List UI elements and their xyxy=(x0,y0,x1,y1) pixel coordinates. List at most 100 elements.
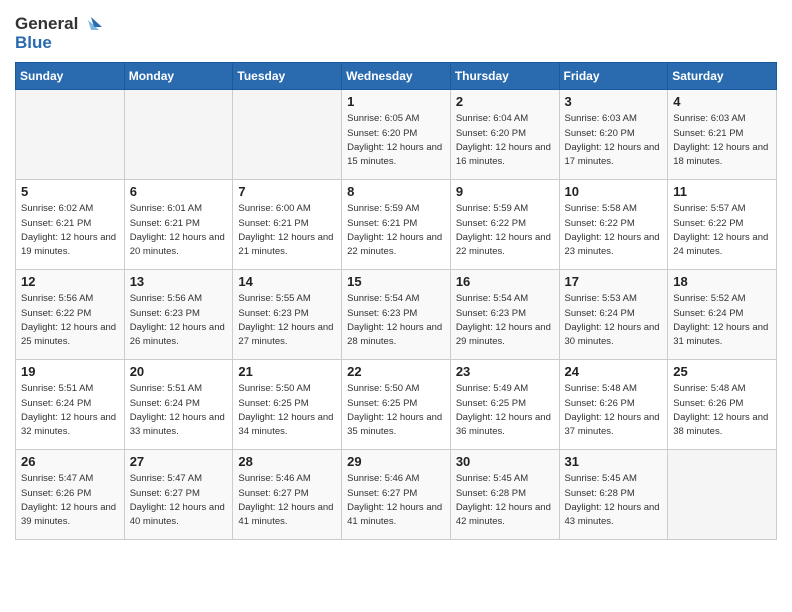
calendar-cell: 4 Sunrise: 6:03 AM Sunset: 6:21 PM Dayli… xyxy=(668,90,777,180)
daylight: Daylight: 12 hours and 37 minutes. xyxy=(565,412,660,437)
sunset: Sunset: 6:26 PM xyxy=(565,398,635,409)
daylight: Daylight: 12 hours and 34 minutes. xyxy=(238,412,333,437)
sunrise: Sunrise: 5:54 AM xyxy=(456,293,528,304)
cell-info: Sunrise: 5:57 AM Sunset: 6:22 PM Dayligh… xyxy=(673,202,771,259)
calendar-cell: 2 Sunrise: 6:04 AM Sunset: 6:20 PM Dayli… xyxy=(450,90,559,180)
day-number: 31 xyxy=(565,454,663,469)
daylight: Daylight: 12 hours and 36 minutes. xyxy=(456,412,551,437)
day-number: 14 xyxy=(238,274,336,289)
sunset: Sunset: 6:23 PM xyxy=(456,308,526,319)
calendar-week-row: 26 Sunrise: 5:47 AM Sunset: 6:26 PM Dayl… xyxy=(16,450,777,540)
sunset: Sunset: 6:26 PM xyxy=(21,488,91,499)
cell-info: Sunrise: 6:05 AM Sunset: 6:20 PM Dayligh… xyxy=(347,112,445,169)
sunrise: Sunrise: 5:54 AM xyxy=(347,293,419,304)
sunset: Sunset: 6:20 PM xyxy=(347,128,417,139)
cell-info: Sunrise: 6:02 AM Sunset: 6:21 PM Dayligh… xyxy=(21,202,119,259)
day-number: 28 xyxy=(238,454,336,469)
sunset: Sunset: 6:22 PM xyxy=(673,218,743,229)
calendar-cell: 16 Sunrise: 5:54 AM Sunset: 6:23 PM Dayl… xyxy=(450,270,559,360)
calendar-cell: 31 Sunrise: 5:45 AM Sunset: 6:28 PM Dayl… xyxy=(559,450,668,540)
daylight: Daylight: 12 hours and 24 minutes. xyxy=(673,232,768,257)
sunrise: Sunrise: 5:57 AM xyxy=(673,203,745,214)
cell-info: Sunrise: 6:03 AM Sunset: 6:20 PM Dayligh… xyxy=(565,112,663,169)
calendar-cell: 29 Sunrise: 5:46 AM Sunset: 6:27 PM Dayl… xyxy=(342,450,451,540)
calendar-cell: 6 Sunrise: 6:01 AM Sunset: 6:21 PM Dayli… xyxy=(124,180,233,270)
daylight: Daylight: 12 hours and 22 minutes. xyxy=(456,232,551,257)
daylight: Daylight: 12 hours and 21 minutes. xyxy=(238,232,333,257)
day-number: 9 xyxy=(456,184,554,199)
daylight: Daylight: 12 hours and 26 minutes. xyxy=(130,322,225,347)
sunset: Sunset: 6:24 PM xyxy=(565,308,635,319)
sunrise: Sunrise: 5:56 AM xyxy=(130,293,202,304)
cell-info: Sunrise: 5:49 AM Sunset: 6:25 PM Dayligh… xyxy=(456,382,554,439)
calendar-cell: 27 Sunrise: 5:47 AM Sunset: 6:27 PM Dayl… xyxy=(124,450,233,540)
sunrise: Sunrise: 5:45 AM xyxy=(565,473,637,484)
sunset: Sunset: 6:27 PM xyxy=(130,488,200,499)
sunset: Sunset: 6:24 PM xyxy=(130,398,200,409)
calendar-cell xyxy=(16,90,125,180)
sunset: Sunset: 6:23 PM xyxy=(130,308,200,319)
daylight: Daylight: 12 hours and 41 minutes. xyxy=(238,502,333,527)
daylight: Daylight: 12 hours and 16 minutes. xyxy=(456,142,551,167)
day-number: 23 xyxy=(456,364,554,379)
sunrise: Sunrise: 6:02 AM xyxy=(21,203,93,214)
weekday-header: Thursday xyxy=(450,63,559,90)
calendar-cell: 22 Sunrise: 5:50 AM Sunset: 6:25 PM Dayl… xyxy=(342,360,451,450)
cell-info: Sunrise: 5:45 AM Sunset: 6:28 PM Dayligh… xyxy=(456,472,554,529)
calendar-cell: 14 Sunrise: 5:55 AM Sunset: 6:23 PM Dayl… xyxy=(233,270,342,360)
daylight: Daylight: 12 hours and 43 minutes. xyxy=(565,502,660,527)
day-number: 26 xyxy=(21,454,119,469)
cell-info: Sunrise: 5:58 AM Sunset: 6:22 PM Dayligh… xyxy=(565,202,663,259)
calendar-cell xyxy=(124,90,233,180)
daylight: Daylight: 12 hours and 27 minutes. xyxy=(238,322,333,347)
cell-info: Sunrise: 5:46 AM Sunset: 6:27 PM Dayligh… xyxy=(238,472,336,529)
calendar-cell: 25 Sunrise: 5:48 AM Sunset: 6:26 PM Dayl… xyxy=(668,360,777,450)
sunset: Sunset: 6:25 PM xyxy=(238,398,308,409)
calendar-cell: 7 Sunrise: 6:00 AM Sunset: 6:21 PM Dayli… xyxy=(233,180,342,270)
sunrise: Sunrise: 5:50 AM xyxy=(347,383,419,394)
calendar-cell: 26 Sunrise: 5:47 AM Sunset: 6:26 PM Dayl… xyxy=(16,450,125,540)
sunrise: Sunrise: 5:49 AM xyxy=(456,383,528,394)
cell-info: Sunrise: 5:56 AM Sunset: 6:23 PM Dayligh… xyxy=(130,292,228,349)
sunset: Sunset: 6:20 PM xyxy=(565,128,635,139)
calendar-cell: 1 Sunrise: 6:05 AM Sunset: 6:20 PM Dayli… xyxy=(342,90,451,180)
calendar-body: 1 Sunrise: 6:05 AM Sunset: 6:20 PM Dayli… xyxy=(16,90,777,540)
day-number: 3 xyxy=(565,94,663,109)
sunset: Sunset: 6:21 PM xyxy=(347,218,417,229)
daylight: Daylight: 12 hours and 32 minutes. xyxy=(21,412,116,437)
daylight: Daylight: 12 hours and 29 minutes. xyxy=(456,322,551,347)
cell-info: Sunrise: 5:48 AM Sunset: 6:26 PM Dayligh… xyxy=(565,382,663,439)
day-number: 2 xyxy=(456,94,554,109)
day-number: 6 xyxy=(130,184,228,199)
day-number: 7 xyxy=(238,184,336,199)
calendar-cell: 17 Sunrise: 5:53 AM Sunset: 6:24 PM Dayl… xyxy=(559,270,668,360)
cell-info: Sunrise: 5:55 AM Sunset: 6:23 PM Dayligh… xyxy=(238,292,336,349)
weekday-row: SundayMondayTuesdayWednesdayThursdayFrid… xyxy=(16,63,777,90)
sunrise: Sunrise: 5:48 AM xyxy=(673,383,745,394)
cell-info: Sunrise: 6:04 AM Sunset: 6:20 PM Dayligh… xyxy=(456,112,554,169)
calendar-cell: 21 Sunrise: 5:50 AM Sunset: 6:25 PM Dayl… xyxy=(233,360,342,450)
sunset: Sunset: 6:21 PM xyxy=(673,128,743,139)
sunrise: Sunrise: 5:46 AM xyxy=(347,473,419,484)
calendar-cell: 24 Sunrise: 5:48 AM Sunset: 6:26 PM Dayl… xyxy=(559,360,668,450)
sunset: Sunset: 6:27 PM xyxy=(238,488,308,499)
day-number: 30 xyxy=(456,454,554,469)
day-number: 22 xyxy=(347,364,445,379)
sunrise: Sunrise: 5:47 AM xyxy=(21,473,93,484)
cell-info: Sunrise: 5:52 AM Sunset: 6:24 PM Dayligh… xyxy=(673,292,771,349)
sunrise: Sunrise: 5:51 AM xyxy=(21,383,93,394)
sunrise: Sunrise: 6:00 AM xyxy=(238,203,310,214)
sunrise: Sunrise: 5:59 AM xyxy=(347,203,419,214)
sunrise: Sunrise: 5:56 AM xyxy=(21,293,93,304)
sunrise: Sunrise: 6:05 AM xyxy=(347,113,419,124)
sunset: Sunset: 6:22 PM xyxy=(456,218,526,229)
sunset: Sunset: 6:22 PM xyxy=(21,308,91,319)
cell-info: Sunrise: 5:50 AM Sunset: 6:25 PM Dayligh… xyxy=(238,382,336,439)
weekday-header: Sunday xyxy=(16,63,125,90)
calendar-cell: 19 Sunrise: 5:51 AM Sunset: 6:24 PM Dayl… xyxy=(16,360,125,450)
cell-info: Sunrise: 5:45 AM Sunset: 6:28 PM Dayligh… xyxy=(565,472,663,529)
sunrise: Sunrise: 6:04 AM xyxy=(456,113,528,124)
cell-info: Sunrise: 5:59 AM Sunset: 6:22 PM Dayligh… xyxy=(456,202,554,259)
day-number: 11 xyxy=(673,184,771,199)
daylight: Daylight: 12 hours and 19 minutes. xyxy=(21,232,116,257)
